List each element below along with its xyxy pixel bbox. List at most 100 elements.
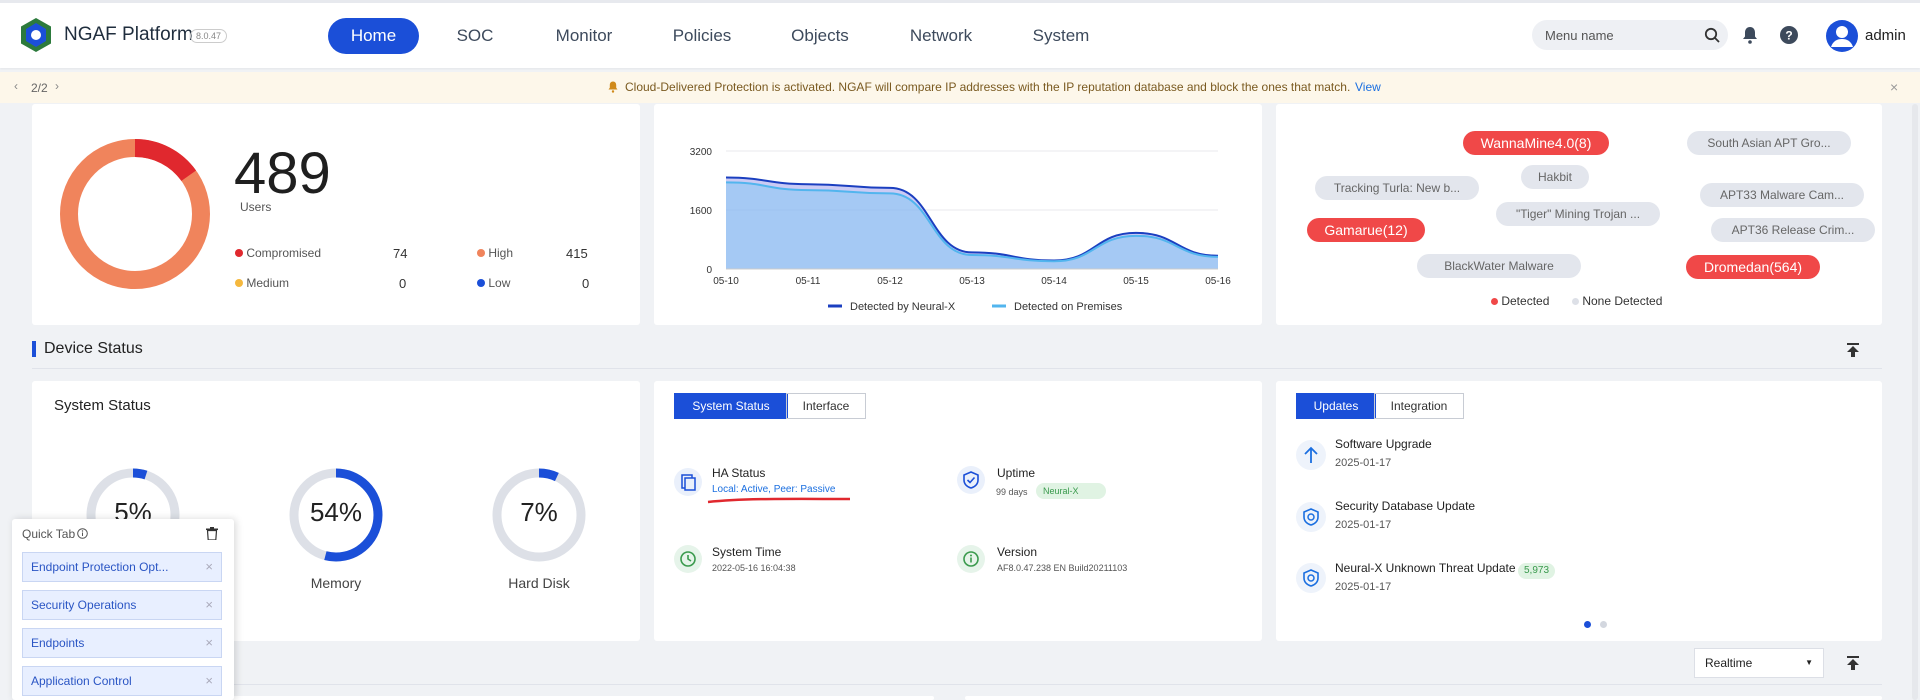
clock-icon	[674, 545, 702, 573]
collapse-top-icon[interactable]	[1847, 656, 1859, 670]
users-count-label: Users	[240, 200, 272, 214]
close-icon[interactable]: ×	[205, 667, 213, 695]
nav-monitor[interactable]: Monitor	[544, 18, 624, 54]
update-date: 2025-01-17	[1335, 581, 1392, 593]
disk-gauge-label: Hard Disk	[508, 575, 570, 591]
bottom-card	[965, 696, 1882, 700]
update-date: 2025-01-17	[1335, 519, 1392, 531]
threat-tag[interactable]: Tracking Turla: New b...	[1315, 176, 1479, 200]
quick-tab-title: Quick Tab	[22, 527, 76, 541]
memory-gauge-label: Memory	[310, 575, 362, 591]
stat-compromised-value: 74	[393, 246, 408, 261]
stat-compromised: Compromised	[235, 246, 321, 260]
nav-home[interactable]: Home	[328, 18, 419, 54]
tab-integration[interactable]: Integration	[1374, 393, 1464, 419]
quick-tab-item[interactable]: Security Operations ×	[22, 590, 222, 620]
threat-tag[interactable]: WannaMine4.0(8)	[1463, 131, 1609, 155]
users-count: 489	[234, 141, 331, 206]
threat-tag[interactable]: Hakbit	[1521, 165, 1589, 189]
search-icon[interactable]	[1704, 27, 1720, 43]
series-area	[726, 182, 1218, 269]
quick-tab-item[interactable]: Application Control ×	[22, 666, 222, 696]
stat-low-value: 0	[582, 276, 590, 291]
notice-text: Cloud-Delivered Protection is activated.…	[625, 80, 1351, 94]
x-tick-label: 05-11	[796, 276, 821, 287]
threat-tag[interactable]: "Tiger" Mining Trojan ...	[1496, 202, 1660, 226]
close-icon[interactable]: ×	[205, 553, 213, 581]
update-title: Security Database Update	[1335, 499, 1476, 513]
legend-label: Detected by Neural-X	[850, 301, 956, 313]
x-tick-label: 05-15	[1123, 276, 1149, 287]
notice-close-icon[interactable]: ×	[1890, 79, 1898, 95]
trash-icon[interactable]	[206, 527, 218, 540]
svg-text:?: ?	[1785, 29, 1792, 43]
ha-status-value[interactable]: Local: Active, Peer: Passive	[712, 484, 835, 495]
threat-tag[interactable]: South Asian APT Gro...	[1687, 131, 1851, 155]
close-icon[interactable]: ×	[205, 629, 213, 657]
quick-tab-item[interactable]: Endpoint Protection Opt... ×	[22, 552, 222, 582]
stat-high-value: 415	[566, 246, 588, 261]
time-range-value: Realtime	[1705, 656, 1753, 670]
detection-chart: 3200 1600 005-10 05-11 05-12 05-13 05-14 05-15 0…	[690, 147, 1231, 313]
y-tick-label: 1600	[690, 206, 713, 217]
x-tick-label: 05-13	[959, 276, 985, 287]
caret-down-icon: ▼	[1805, 658, 1813, 667]
search-placeholder: Menu name	[1545, 28, 1614, 43]
carousel-dot[interactable]	[1600, 621, 1607, 628]
nav-objects[interactable]: Objects	[780, 18, 860, 54]
update-title: Software Upgrade	[1335, 437, 1432, 451]
help-icon[interactable]: ?	[1780, 26, 1798, 44]
notice-pager: 2/2	[31, 81, 48, 95]
section-divider	[32, 684, 1882, 685]
username[interactable]: admin	[1865, 27, 1906, 44]
stat-low: Low	[477, 276, 510, 290]
threat-tag[interactable]: BlackWater Malware	[1417, 254, 1581, 278]
threat-tag[interactable]: APT36 Release Crim...	[1711, 218, 1875, 242]
threat-shield-icon	[1296, 563, 1326, 593]
nav-policies[interactable]: Policies	[662, 18, 742, 54]
system-status-title: System Status	[54, 397, 151, 414]
info-icon[interactable]	[77, 528, 88, 539]
tab-updates[interactable]: Updates	[1296, 393, 1376, 419]
chevron-right-icon[interactable]: ›	[55, 79, 59, 93]
bell-icon[interactable]	[1742, 26, 1758, 44]
threat-tag[interactable]: Gamarue(12)	[1307, 218, 1425, 242]
threat-count-badge: 5,973	[1518, 563, 1556, 579]
notice-bell-icon	[608, 81, 618, 93]
close-icon[interactable]: ×	[205, 591, 213, 619]
ngaf-logo-icon	[21, 18, 51, 52]
ha-status-icon	[674, 468, 702, 496]
avatar[interactable]	[1826, 20, 1858, 52]
notice-view-link[interactable]: View	[1355, 80, 1381, 94]
scrollbar[interactable]	[1912, 104, 1918, 700]
security-shield-icon	[1296, 502, 1326, 532]
collapse-top-icon[interactable]	[1847, 343, 1859, 357]
quick-tab-item[interactable]: Endpoints ×	[22, 628, 222, 658]
time-range-select[interactable]: Realtime ▼	[1694, 648, 1824, 678]
y-tick-label: 0	[706, 265, 712, 276]
stat-high: High	[477, 246, 513, 260]
nav-network[interactable]: Network	[900, 18, 982, 54]
tab-interface[interactable]: Interface	[786, 393, 866, 419]
memory-gauge-value: 54%	[309, 497, 363, 527]
device-info-card	[654, 381, 1262, 641]
threat-tag[interactable]: APT33 Malware Cam...	[1700, 183, 1864, 207]
update-title: Neural-X Unknown Threat Update	[1335, 561, 1516, 575]
threat-tag[interactable]: Dromedan(564)	[1686, 255, 1820, 279]
uptime-title: Uptime	[997, 466, 1036, 480]
menu-search-input[interactable]: Menu name	[1532, 20, 1728, 50]
ha-status-title: HA Status	[712, 466, 766, 480]
section-marker	[32, 341, 36, 357]
x-tick-label: 05-12	[877, 276, 903, 287]
users-donut	[60, 139, 210, 289]
quick-tab-label: Application Control	[31, 674, 132, 688]
version-badge: 8.0.47	[190, 29, 228, 43]
uptime-icon	[957, 466, 985, 494]
nav-soc[interactable]: SOC	[438, 18, 512, 54]
tab-system-status[interactable]: System Status	[674, 393, 788, 419]
carousel-dot-active[interactable]	[1584, 621, 1591, 628]
nav-system[interactable]: System	[1022, 18, 1100, 54]
chevron-left-icon[interactable]: ‹	[14, 79, 18, 93]
uptime-value: 99 days	[996, 487, 1028, 497]
section-divider	[32, 368, 1882, 369]
